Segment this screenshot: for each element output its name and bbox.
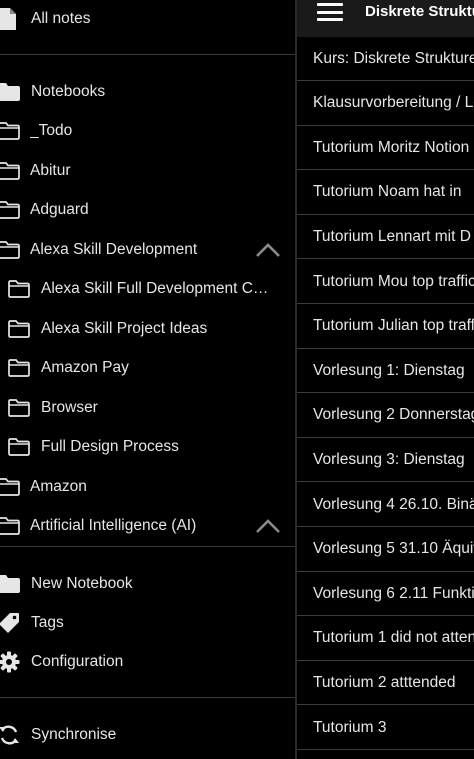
notebook-label: Alexa Skill Project Ideas <box>41 319 208 337</box>
folder-icon <box>0 161 20 180</box>
note-list-item[interactable]: Tutorium 2 atttended <box>297 661 474 706</box>
toolbar: Diskrete Strukturen <box>297 0 474 37</box>
note-list-item[interactable]: Tutorium Noam hat in <box>297 171 474 215</box>
note-title: Tutorium Noam hat in <box>313 183 462 201</box>
note-list-item[interactable]: Klausurvorbereitung / Lernplan <box>297 82 474 126</box>
folder-icon <box>8 319 30 338</box>
note-list-item[interactable]: Vorlesung 2 Donnerstag <box>297 394 474 438</box>
synchronise-label: Synchronise <box>31 726 117 743</box>
notebook-item[interactable]: Adguard <box>0 192 295 228</box>
note-title: Vorlesung 6 2.11 Funktionen <box>313 584 474 602</box>
notebook-item[interactable]: Amazon <box>0 469 295 505</box>
divider <box>0 697 295 698</box>
folder-filled-icon <box>0 575 20 593</box>
note-list-item[interactable]: Tutorium 1 did not attend <box>297 617 474 661</box>
navigation-drawer: All notes Notebooks _Todo Abitur Adguard Al… <box>0 0 295 759</box>
notebook-label: Browser <box>41 398 98 416</box>
note-title: Vorlesung 5 31.10 Äquivalenz <box>313 540 474 558</box>
note-title: Tutorium Mou top traffic <box>313 272 474 290</box>
notebook-label: Artificial Intelligence (AI) <box>30 517 197 534</box>
tags-label: Tags <box>31 614 64 631</box>
note-list-item[interactable]: Tutorium Julian top traffic <box>297 305 474 349</box>
notebook-label: Amazon Pay <box>41 359 129 376</box>
notebook-item[interactable]: Amazon Pay <box>0 350 295 386</box>
gear-icon <box>0 651 20 673</box>
note-title: Vorlesung 1: Dienstag <box>313 361 465 379</box>
new-notebook-button[interactable]: New Notebook <box>0 566 295 602</box>
note-title: Tutorium Julian top traffic <box>313 317 474 335</box>
note-list-item[interactable]: Tutorium Lennart mit D <box>297 215 474 260</box>
folder-filled-icon <box>0 83 20 101</box>
notebook-item[interactable]: Alexa Skill Project Ideas <box>0 311 295 347</box>
folder-icon <box>0 201 20 219</box>
note-title: Vorlesung 2 Donnerstag <box>313 406 474 424</box>
configuration-item[interactable]: Configuration <box>0 644 295 680</box>
notebook-title: Diskrete Strukturen <box>365 3 474 20</box>
divider <box>0 546 295 547</box>
note-title: Klausurvorbereitung / Lernplan <box>313 94 474 112</box>
folder-icon <box>0 240 20 259</box>
divider <box>0 54 295 55</box>
all-notes-item[interactable]: All notes <box>0 1 295 37</box>
folder-icon <box>8 280 30 298</box>
folder-icon <box>8 438 30 456</box>
note-title: Tutorium 1 did not attend <box>313 629 474 647</box>
note-list-item[interactable]: Vorlesung 3: Dienstag <box>297 438 474 483</box>
all-notes-label: All notes <box>31 10 91 27</box>
tag-icon <box>0 613 19 633</box>
note-list-item[interactable]: Kurs: Diskrete Strukturen <box>297 37 474 81</box>
note-list-item[interactable]: Tutorium 3 <box>297 706 474 750</box>
notebook-label: Full Design Process <box>41 438 179 455</box>
note-list-item[interactable]: Vorlesung 4 26.10. Binär <box>297 483 474 527</box>
notebook-label: Alexa Skill Full Development Cy… <box>41 280 275 297</box>
note-title: Kurs: Diskrete Strukturen <box>313 49 474 67</box>
note-list-item[interactable]: Tutorium Mou top traffic <box>297 260 474 304</box>
note-list-item[interactable]: Vorlesung 5 31.10 Äquivalenz <box>297 528 474 572</box>
sync-icon <box>0 725 19 745</box>
notebook-item[interactable]: Abitur <box>0 153 295 189</box>
notebook-label: Amazon <box>30 477 87 495</box>
note-title: Vorlesung 3: Dienstag <box>313 450 465 468</box>
new-notebook-label: New Notebook <box>31 575 133 592</box>
note-title: Tutorium Moritz Notion <box>313 138 470 156</box>
note-list-item[interactable]: Vorlesung 1: Dienstag <box>297 349 474 394</box>
notebook-item[interactable]: Browser <box>0 390 295 426</box>
tags-item[interactable]: Tags <box>0 605 295 641</box>
collapse-chevron-icon[interactable] <box>255 242 281 258</box>
notebook-label: _Todo <box>30 122 73 139</box>
notebook-item[interactable]: Alexa Skill Development <box>0 232 295 268</box>
notebook-label: Abitur <box>30 161 71 179</box>
note-title: Tutorium 2 atttended <box>313 673 456 691</box>
folder-icon <box>0 517 20 535</box>
folder-icon <box>0 477 20 496</box>
synchronise-button[interactable]: Synchronise <box>0 717 295 753</box>
collapse-chevron-icon[interactable] <box>255 518 281 534</box>
note-title: Tutorium 3 <box>313 718 387 736</box>
hamburger-menu-icon[interactable] <box>317 3 343 21</box>
note-list-panel: Diskrete Strukturen Kurs: Diskrete Struk… <box>295 0 474 759</box>
notebook-label: Alexa Skill Development <box>30 240 198 258</box>
note-title: Tutorium Lennart mit D <box>313 227 471 245</box>
note-list-item[interactable]: Tutorium Moritz Notion <box>297 126 474 171</box>
notebook-item[interactable]: Alexa Skill Full Development Cy… <box>0 271 295 307</box>
folder-icon <box>8 359 30 377</box>
note-title: Vorlesung 4 26.10. Binär <box>313 495 474 513</box>
notebook-item[interactable]: Artificial Intelligence (AI) <box>0 508 295 544</box>
note-icon <box>0 8 16 30</box>
note-list-item[interactable]: Vorlesung 6 2.11 Funktionen <box>297 572 474 617</box>
notebook-item[interactable]: Full Design Process <box>0 429 295 465</box>
notebooks-header[interactable]: Notebooks <box>0 74 295 110</box>
configuration-label: Configuration <box>31 653 124 670</box>
folder-icon <box>0 122 20 140</box>
folder-icon <box>8 398 30 417</box>
notebook-item[interactable]: _Todo <box>0 113 295 149</box>
notebooks-header-label: Notebooks <box>31 83 106 100</box>
notebook-label: Adguard <box>30 201 89 218</box>
